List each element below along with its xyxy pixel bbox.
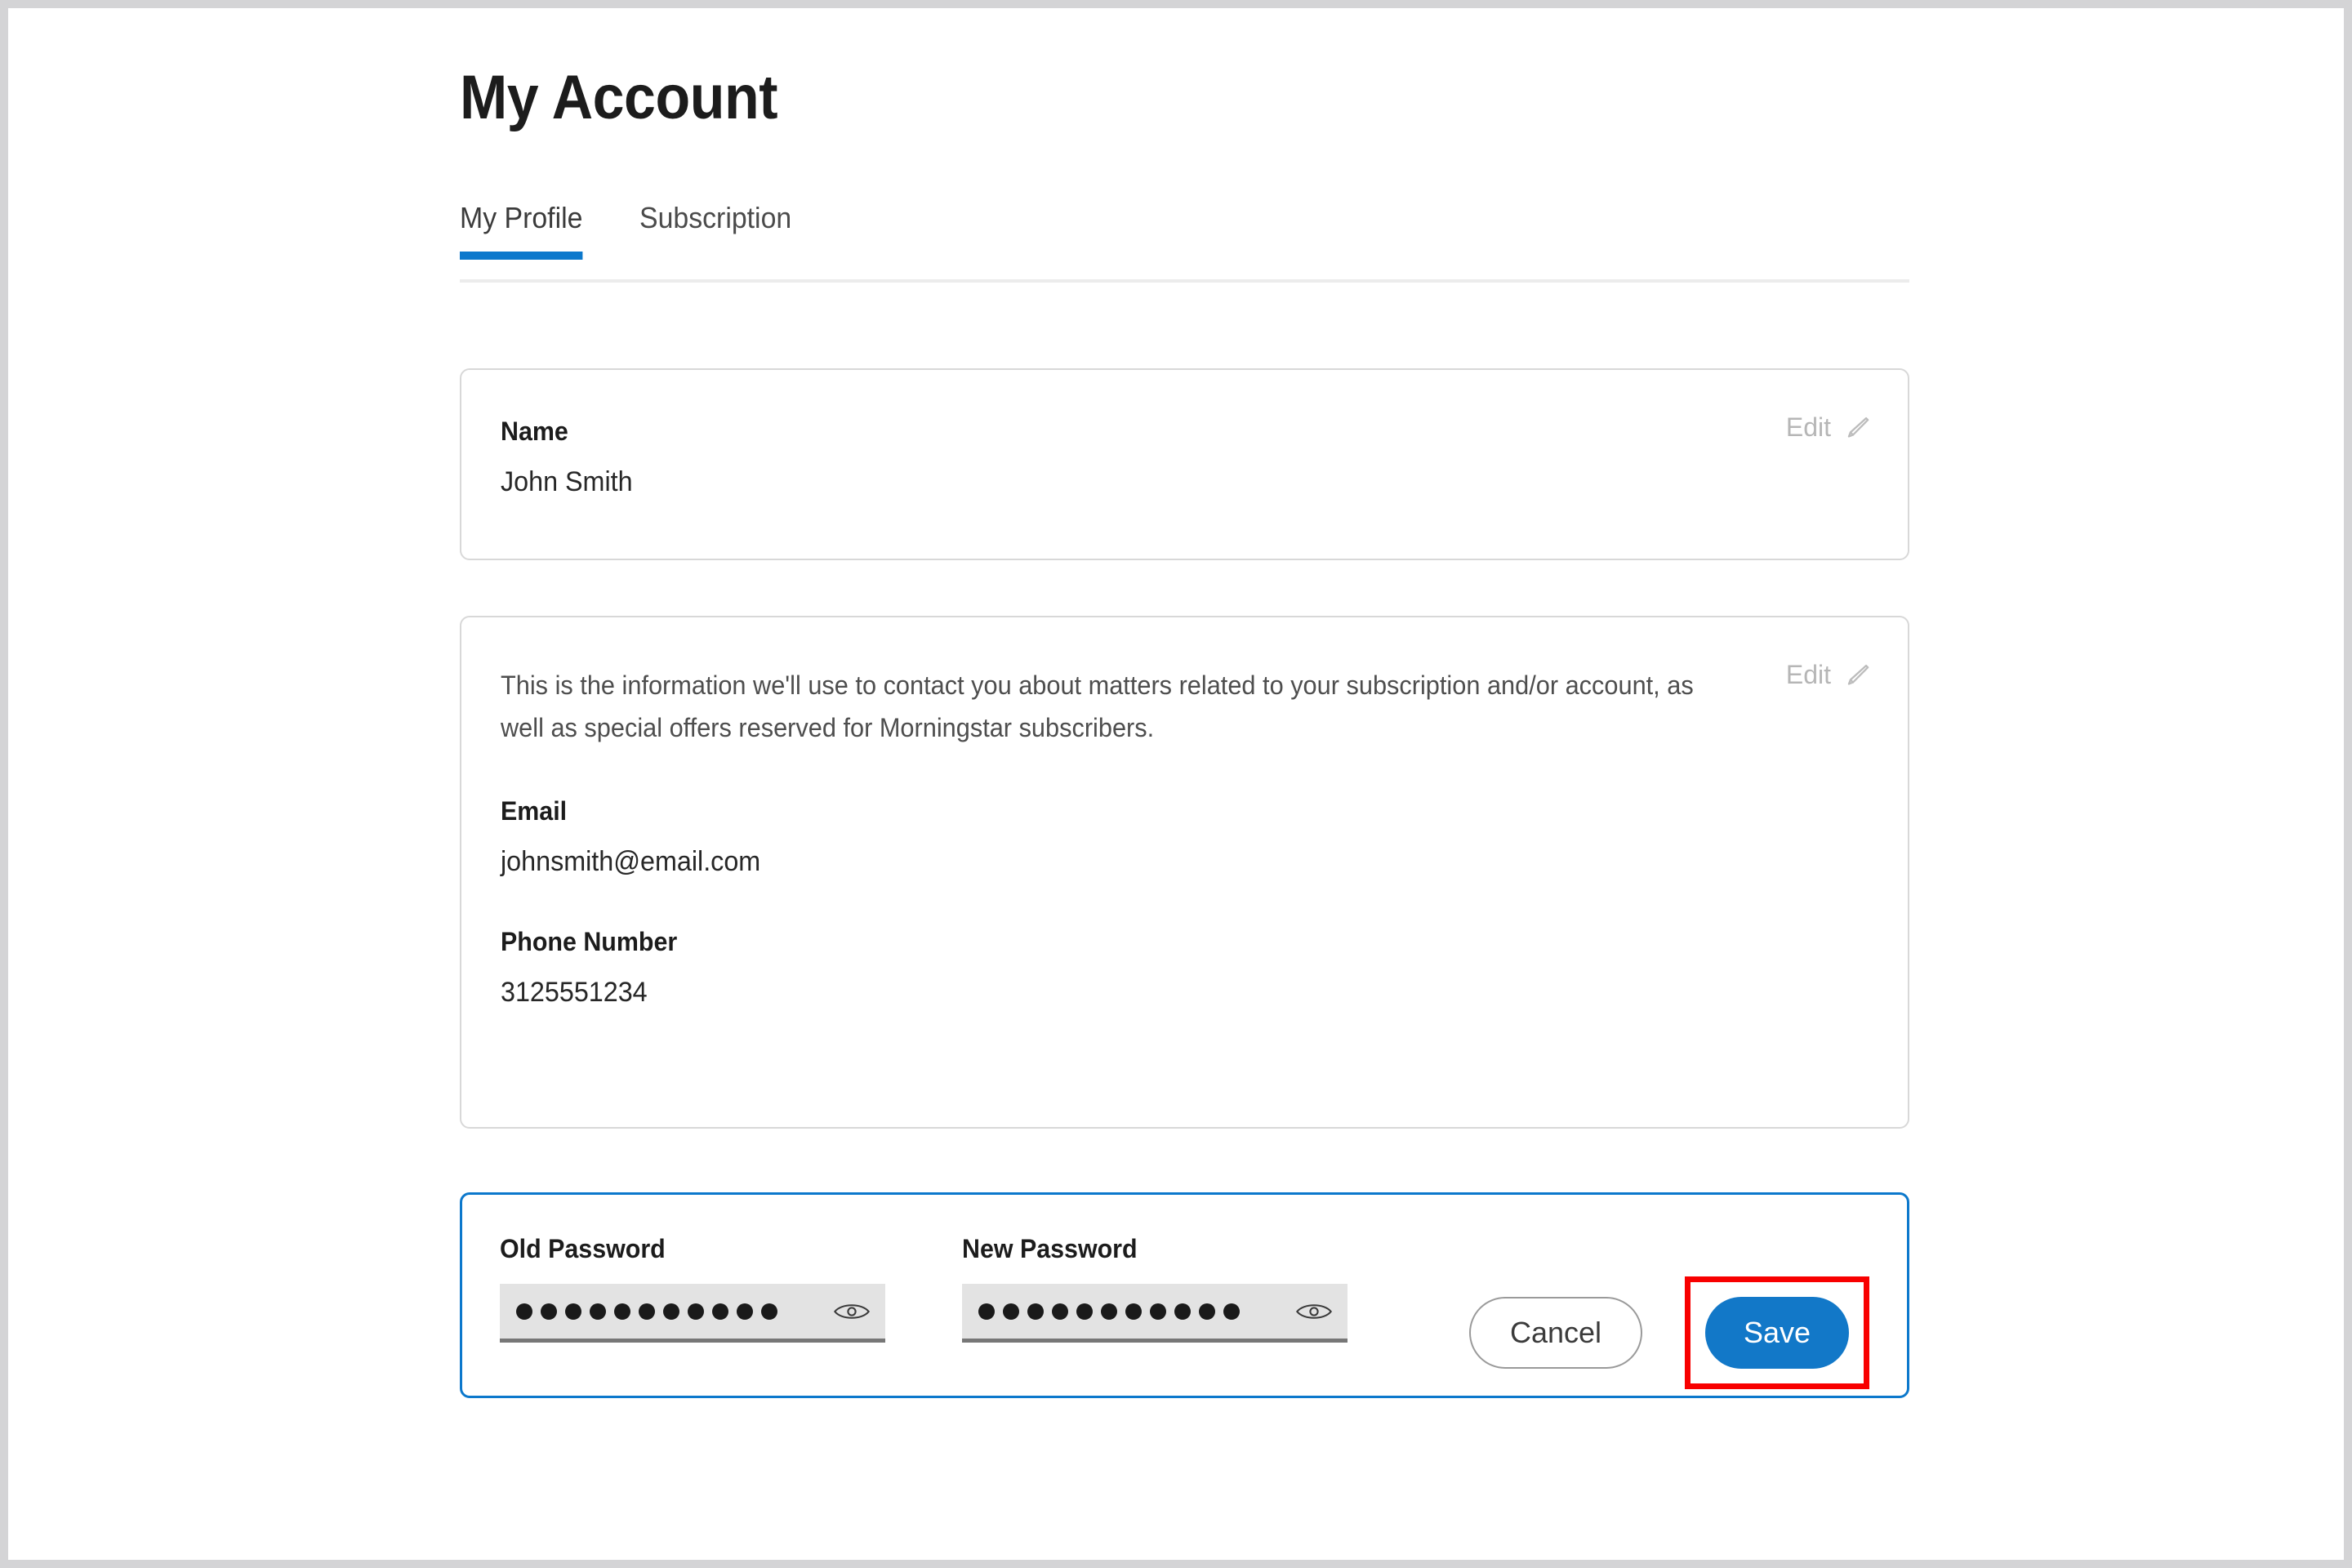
eye-icon[interactable] <box>831 1296 872 1327</box>
new-password-masked-value <box>978 1303 1294 1320</box>
contact-card: This is the information we'll use to con… <box>460 616 1909 1129</box>
name-value: John Smith <box>501 466 633 498</box>
profile-tabs: My Profile Subscription <box>460 201 1909 283</box>
save-button-highlight: Save <box>1685 1276 1869 1389</box>
old-password-input[interactable] <box>500 1284 885 1343</box>
edit-contact-button[interactable]: Edit <box>1786 660 1870 690</box>
pencil-icon <box>1842 414 1870 442</box>
new-password-group: New Password <box>962 1234 1348 1343</box>
contact-description: This is the information we'll use to con… <box>501 670 1694 742</box>
phone-label: Phone Number <box>501 927 678 957</box>
tab-my-profile[interactable]: My Profile <box>460 201 583 260</box>
phone-value: 3125551234 <box>501 977 648 1009</box>
password-actions: Cancel Save <box>1469 1234 1869 1389</box>
name-card: Name John Smith Edit <box>460 368 1909 560</box>
page-title: My Account <box>460 63 778 132</box>
old-password-group: Old Password <box>500 1234 885 1343</box>
old-password-masked-value <box>516 1303 831 1320</box>
old-password-label: Old Password <box>500 1234 666 1263</box>
email-field-group: Email johnsmith@email.com <box>501 795 1869 878</box>
new-password-input[interactable] <box>962 1284 1348 1343</box>
pencil-icon <box>1842 662 1870 689</box>
tab-subscription[interactable]: Subscription <box>639 201 791 256</box>
tab-subscription-label: Subscription <box>639 201 792 234</box>
password-card: Old Password New Password Cancel Save <box>460 1192 1909 1398</box>
name-label: Name <box>501 416 568 446</box>
app-window: My Account My Profile Subscription Name … <box>0 0 2352 1568</box>
new-password-label: New Password <box>962 1234 1138 1263</box>
email-value: johnsmith@email.com <box>501 845 761 877</box>
phone-field-group: Phone Number 3125551234 <box>501 928 1869 1009</box>
email-label: Email <box>501 795 568 826</box>
edit-contact-label: Edit <box>1785 660 1831 689</box>
tab-my-profile-label: My Profile <box>460 201 583 234</box>
eye-icon[interactable] <box>1294 1296 1334 1327</box>
cancel-button[interactable]: Cancel <box>1469 1297 1642 1369</box>
page-content: My Account My Profile Subscription Name … <box>460 8 1909 1398</box>
edit-name-button[interactable]: Edit <box>1786 412 1870 443</box>
edit-name-label: Edit <box>1785 412 1831 442</box>
save-button[interactable]: Save <box>1705 1297 1849 1369</box>
